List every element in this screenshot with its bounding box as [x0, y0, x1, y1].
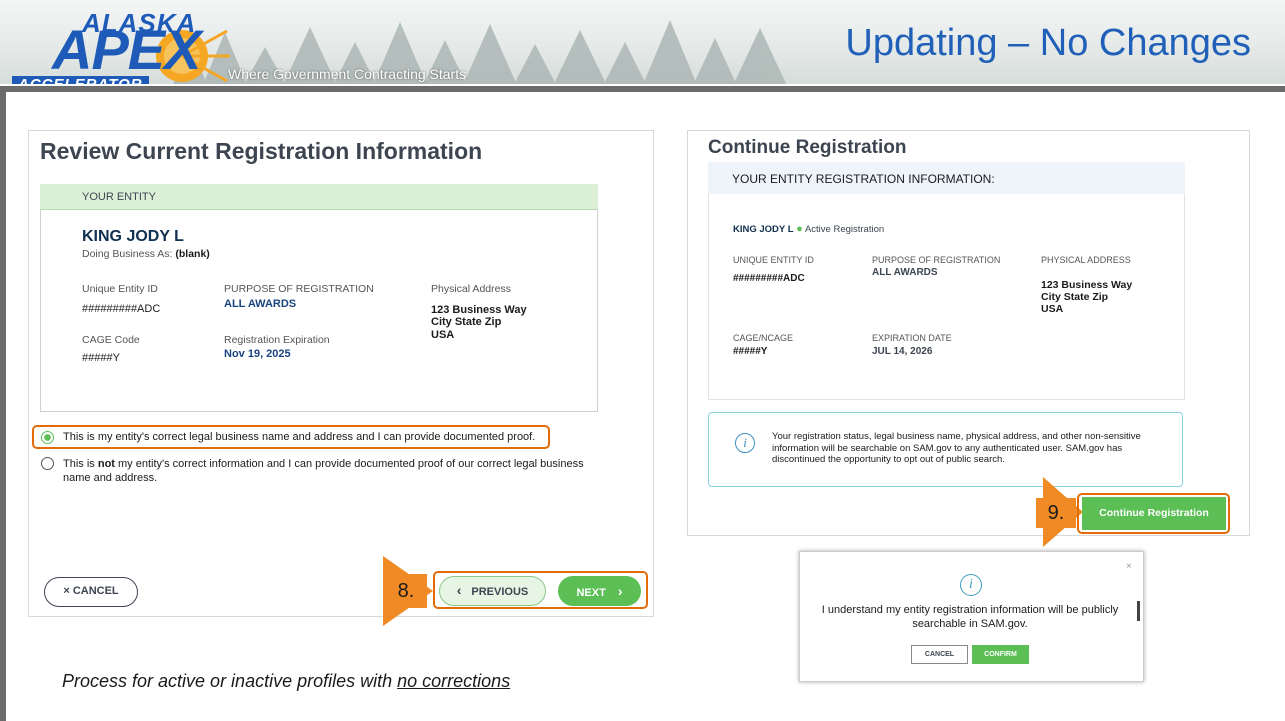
option-correct-label[interactable]: This is my entity's correct legal busine…	[63, 431, 535, 443]
dba-value: (blank)	[175, 248, 210, 260]
continue-registration-button[interactable]: Continue Registration	[1082, 497, 1226, 530]
next-label: NEXT	[576, 587, 606, 599]
continue-uei-label: UNIQUE ENTITY ID	[733, 255, 814, 265]
continue-purpose-value: ALL AWARDS	[872, 267, 938, 278]
uei-label: Unique Entity ID	[82, 283, 158, 295]
option-incorrect-post: my entity's correct information and I ca…	[63, 458, 584, 484]
info-icon: i	[735, 433, 755, 453]
banner-divider	[0, 86, 1285, 92]
modal-info-icon: i	[960, 574, 982, 596]
active-status-dot-icon: ●	[796, 223, 803, 235]
purpose-label: PURPOSE OF REGISTRATION	[224, 283, 374, 295]
continue-address-line-2: City State Zip	[1041, 291, 1109, 303]
continue-title: Continue Registration	[708, 137, 907, 158]
review-title: Review Current Registration Information	[40, 138, 483, 164]
chevron-right-icon: ›	[617, 583, 623, 599]
continue-purpose-label: PURPOSE OF REGISTRATION	[872, 255, 1001, 265]
continue-address-label: PHYSICAL ADDRESS	[1041, 255, 1131, 265]
continue-cage-value: #####Y	[733, 346, 768, 357]
cancel-button[interactable]: × CANCEL	[44, 577, 138, 607]
continue-cage-label: CAGE/NCAGE	[733, 333, 794, 343]
modal-confirm-button[interactable]: CONFIRM	[972, 645, 1029, 664]
logo-apex-text: APEX	[52, 18, 201, 81]
step-8-callout-label: 8.	[385, 574, 427, 608]
active-status-text: Active Registration	[804, 224, 885, 235]
cage-label: CAGE Code	[82, 334, 140, 346]
previous-button[interactable]: ‹ PREVIOUS	[439, 576, 546, 606]
continue-uei-value: #########ADC	[733, 273, 805, 284]
header-banner: ALASKA APEX ACCELERATOR Where Government…	[0, 0, 1285, 92]
expiration-value: Nov 19, 2025	[224, 348, 291, 360]
dba-label: Doing Business As:	[82, 248, 173, 260]
dba-line: Doing Business As: (blank)	[82, 248, 210, 260]
option-incorrect-label[interactable]: This is not my entity's correct informat…	[63, 457, 608, 485]
left-frame-border	[0, 92, 6, 721]
radio-correct-info[interactable]	[41, 431, 54, 444]
footnote: Process for active or inactive profiles …	[62, 671, 510, 692]
continue-address-line-3: USA	[1041, 303, 1064, 315]
option-incorrect-pre: This is	[63, 458, 98, 470]
entity-section-header: YOUR ENTITY	[40, 184, 598, 210]
uei-value: #########ADC	[82, 303, 161, 315]
cage-value: #####Y	[82, 352, 120, 364]
continue-expiration-value: JUL 14, 2026	[872, 346, 933, 357]
footnote-text: Process for active or inactive profiles …	[62, 671, 398, 691]
chevron-left-icon: ‹	[456, 582, 462, 598]
slide-title: Updating – No Changes	[845, 22, 1251, 64]
continue-entity-name: KING JODY L	[733, 224, 794, 235]
tagline: Where Government Contracting Starts	[228, 66, 467, 82]
previous-label: PREVIOUS	[471, 586, 529, 598]
modal-scrollbar[interactable]	[1137, 601, 1140, 621]
continue-address-line-1: 123 Business Way	[1041, 279, 1133, 291]
continue-expiration-label: EXPIRATION DATE	[872, 333, 952, 343]
next-button[interactable]: NEXT ›	[558, 576, 641, 606]
expiration-label: Registration Expiration	[224, 334, 330, 346]
alaska-apex-logo: ALASKA APEX ACCELERATOR	[12, 8, 232, 92]
registration-info-header: YOUR ENTITY REGISTRATION INFORMATION:	[708, 162, 1185, 194]
address-line-2: City State Zip	[431, 316, 502, 328]
registration-status-line: KING JODY L ● Active Registration	[733, 223, 884, 235]
option-incorrect-bold: not	[97, 458, 115, 470]
entity-summary-box	[40, 184, 598, 412]
radio-incorrect-info[interactable]	[41, 457, 54, 470]
address-line-3: USA	[431, 329, 455, 341]
public-search-info-text: Your registration status, legal business…	[772, 431, 1141, 465]
modal-message: I understand my entity registration info…	[821, 604, 1119, 630]
modal-cancel-button[interactable]: CANCEL	[911, 645, 968, 664]
address-label: Physical Address	[431, 283, 511, 295]
step-9-callout: 9.	[1036, 498, 1076, 528]
address-line-1: 123 Business Way	[431, 304, 527, 316]
purpose-value: ALL AWARDS	[224, 298, 297, 310]
footnote-underlined: no corrections	[397, 671, 511, 691]
entity-name: KING JODY L	[82, 228, 184, 245]
modal-close-icon[interactable]: ×	[1126, 561, 1132, 572]
